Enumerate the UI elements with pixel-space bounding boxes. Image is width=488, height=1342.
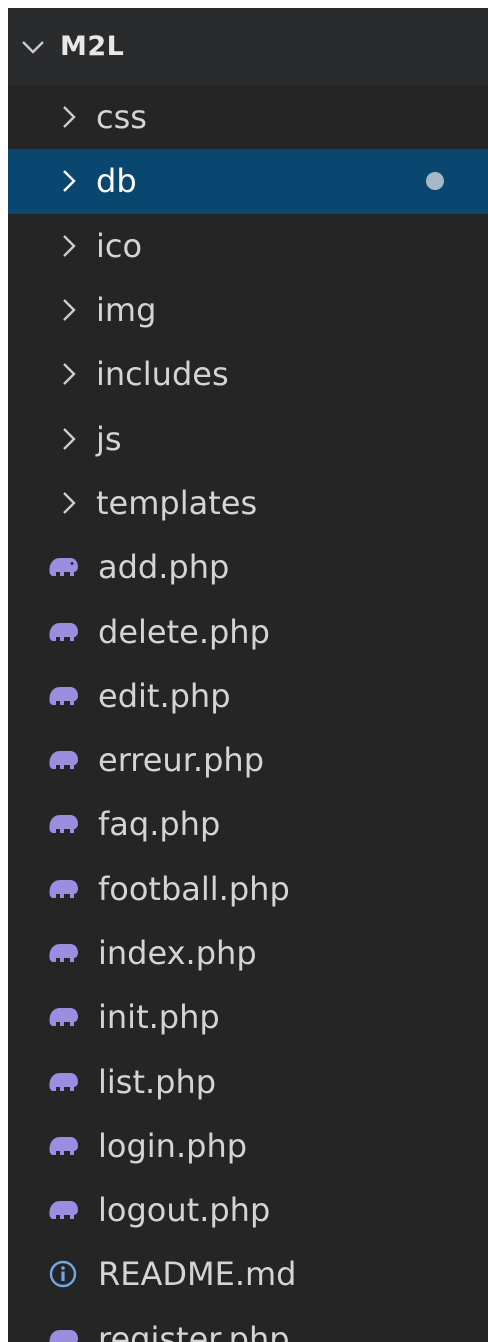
file-explorer: M2L css db ico img includes js templates… xyxy=(8,8,488,1342)
file-label: login.php xyxy=(98,1126,248,1165)
folder-label: css xyxy=(96,98,147,137)
php-elephant-icon xyxy=(44,1195,82,1225)
file-label: register.php xyxy=(98,1319,290,1342)
folder-label: includes xyxy=(96,355,229,394)
file-label: faq.php xyxy=(98,805,221,844)
php-elephant-icon xyxy=(44,745,82,775)
php-elephant-icon xyxy=(44,1131,82,1161)
file-row-readme[interactable]: README.md xyxy=(8,1242,488,1306)
folder-label: db xyxy=(96,162,137,201)
file-label: README.md xyxy=(98,1255,297,1294)
file-row-logout[interactable]: logout.php xyxy=(8,1178,488,1242)
file-row-edit[interactable]: edit.php xyxy=(8,664,488,728)
chevron-right-icon xyxy=(54,424,84,454)
php-elephant-icon xyxy=(44,1324,82,1342)
modified-dot-indicator xyxy=(426,172,444,191)
file-row-list[interactable]: list.php xyxy=(8,1049,488,1113)
file-row-init[interactable]: init.php xyxy=(8,985,488,1049)
file-label: index.php xyxy=(98,934,257,972)
file-label: list.php xyxy=(98,1062,217,1101)
folder-row-db[interactable]: db xyxy=(8,149,488,214)
file-label: football.php xyxy=(98,869,290,908)
folder-label: ico xyxy=(96,226,143,265)
file-label: erreur.php xyxy=(98,741,264,780)
php-elephant-icon xyxy=(44,617,82,647)
php-elephant-icon xyxy=(44,874,82,904)
folder-row-css[interactable]: css xyxy=(8,85,488,149)
php-elephant-icon xyxy=(44,1067,82,1097)
explorer-root-header[interactable]: M2L xyxy=(8,8,488,85)
file-row-faq[interactable]: faq.php xyxy=(8,792,488,856)
file-label: init.php xyxy=(98,998,220,1037)
info-icon xyxy=(44,1259,82,1289)
file-tree: css db ico img includes js templates add… xyxy=(8,85,488,1342)
php-elephant-icon xyxy=(44,809,82,839)
file-row-login[interactable]: login.php xyxy=(8,1114,488,1178)
file-label: add.php xyxy=(98,548,230,587)
file-label: logout.php xyxy=(98,1191,271,1230)
file-row-erreur[interactable]: erreur.php xyxy=(8,728,488,792)
file-row-index[interactable]: index.php xyxy=(8,921,488,985)
file-row-add[interactable]: add.php xyxy=(8,535,488,599)
chevron-right-icon xyxy=(54,102,84,132)
file-row-delete[interactable]: delete.php xyxy=(8,599,488,663)
chevron-right-icon xyxy=(54,488,84,518)
file-label: edit.php xyxy=(98,676,231,715)
folder-label: js xyxy=(96,419,122,458)
php-elephant-icon xyxy=(44,681,82,711)
folder-row-js[interactable]: js xyxy=(8,406,488,470)
chevron-right-icon xyxy=(54,231,84,261)
php-elephant-icon xyxy=(44,552,82,582)
php-elephant-icon xyxy=(44,938,82,968)
folder-row-includes[interactable]: includes xyxy=(8,342,488,406)
folder-label: templates xyxy=(96,483,258,522)
file-row-football[interactable]: football.php xyxy=(8,857,488,921)
chevron-right-icon xyxy=(54,359,84,389)
folder-row-img[interactable]: img xyxy=(8,278,488,342)
file-label: delete.php xyxy=(98,612,270,651)
folder-row-ico[interactable]: ico xyxy=(8,214,488,278)
php-elephant-icon xyxy=(44,1002,82,1032)
chevron-right-icon xyxy=(54,295,84,325)
folder-row-templates[interactable]: templates xyxy=(8,471,488,535)
root-folder-label: M2L xyxy=(60,31,125,62)
chevron-down-icon xyxy=(16,30,50,64)
chevron-right-icon xyxy=(54,166,84,196)
file-row-register[interactable]: register.php xyxy=(8,1307,488,1342)
folder-label: img xyxy=(96,291,157,330)
